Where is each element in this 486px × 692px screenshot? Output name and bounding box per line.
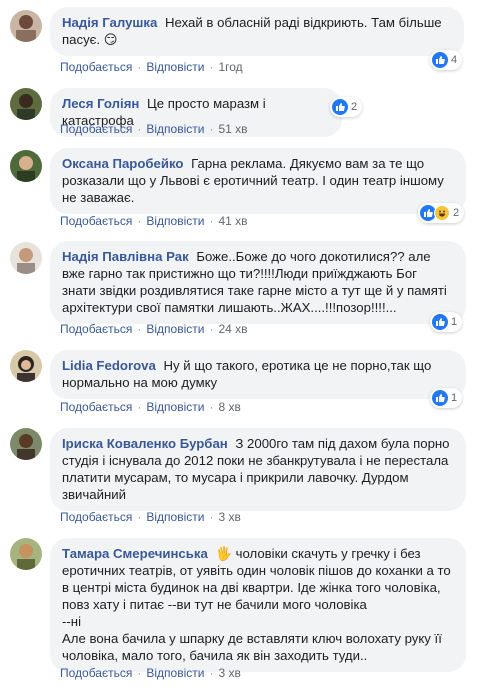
- separator: ·: [209, 322, 214, 336]
- reply-link[interactable]: Відповісти: [146, 122, 204, 136]
- comment-text: 🖐 чоловіки скачуть у гречку і без еротич…: [62, 546, 451, 663]
- separator: ·: [137, 60, 142, 74]
- avatar[interactable]: [10, 242, 42, 274]
- reply-link[interactable]: Відповісти: [146, 214, 204, 228]
- comment-actions: Подобається · Відповісти · 24 хв: [60, 322, 248, 336]
- comment-time[interactable]: 3 хв: [218, 510, 240, 524]
- like-icon: [432, 52, 448, 68]
- reaction-number: 2: [351, 101, 358, 113]
- reaction-number: 1: [451, 392, 458, 404]
- comment-author[interactable]: Надія Галушка: [62, 15, 157, 30]
- comment-actions: Подобається · Відповісти · 3 хв: [60, 666, 241, 680]
- like-link[interactable]: Подобається: [60, 122, 132, 136]
- comment-author[interactable]: Тамара Смеречинська: [62, 546, 208, 561]
- comment-actions: Подобається · Відповісти · 41 хв: [60, 214, 248, 228]
- comment-bubble: Тамара Смеречинська 🖐 чоловіки скачуть у…: [50, 538, 466, 672]
- reply-link[interactable]: Відповісти: [146, 510, 204, 524]
- reaction-number: 4: [451, 54, 458, 66]
- comment-author[interactable]: Lidia Fedorova: [62, 358, 156, 373]
- avatar[interactable]: [10, 150, 42, 182]
- reaction-count[interactable]: 2: [418, 203, 465, 223]
- like-link[interactable]: Подобається: [60, 510, 132, 524]
- reaction-number: 2: [453, 207, 460, 219]
- avatar[interactable]: [10, 538, 42, 570]
- reaction-count[interactable]: 2: [330, 97, 363, 117]
- like-link[interactable]: Подобається: [60, 322, 132, 336]
- comment-time[interactable]: 51 хв: [218, 122, 247, 136]
- like-icon: [432, 314, 448, 330]
- reply-link[interactable]: Відповісти: [146, 666, 204, 680]
- reply-link[interactable]: Відповісти: [146, 322, 204, 336]
- separator: ·: [209, 214, 214, 228]
- comment-bubble: Оксана Паробейко Гарна реклама. Дякуємо …: [50, 148, 466, 214]
- separator: ·: [209, 666, 214, 680]
- haha-icon: [434, 205, 450, 221]
- separator: ·: [209, 122, 214, 136]
- comment-time[interactable]: 41 хв: [218, 214, 247, 228]
- comment-bubble: Надія Павлівна Рак Боже..Боже до чого до…: [50, 241, 466, 324]
- comment-author[interactable]: Надія Павлівна Рак: [62, 249, 189, 264]
- separator: ·: [209, 400, 214, 414]
- like-icon: [332, 99, 348, 115]
- separator: ·: [137, 666, 142, 680]
- reaction-count[interactable]: 1: [430, 312, 463, 332]
- comment-actions: Подобається · Відповісти · 3 хв: [60, 510, 241, 524]
- separator: ·: [137, 510, 142, 524]
- like-link[interactable]: Подобається: [60, 400, 132, 414]
- separator: ·: [137, 214, 142, 228]
- comment-actions: Подобається · Відповісти · 51 хв: [60, 122, 248, 136]
- separator: ·: [137, 122, 142, 136]
- separator: ·: [137, 400, 142, 414]
- separator: ·: [209, 510, 214, 524]
- reply-link[interactable]: Відповісти: [146, 60, 204, 74]
- comment-author[interactable]: Оксана Паробейко: [62, 156, 183, 171]
- separator: ·: [209, 60, 214, 74]
- like-icon: [432, 390, 448, 406]
- comment-author[interactable]: Леся Голіян: [62, 96, 139, 111]
- comment-bubble: Lidia Fedorova Ну й що такого, еротика ц…: [50, 350, 466, 399]
- separator: ·: [137, 322, 142, 336]
- avatar[interactable]: [10, 10, 42, 42]
- comment-time[interactable]: 24 хв: [218, 322, 247, 336]
- reaction-count[interactable]: 1: [430, 388, 463, 408]
- comment-time[interactable]: 8 хв: [218, 400, 240, 414]
- reply-link[interactable]: Відповісти: [146, 400, 204, 414]
- like-link[interactable]: Подобається: [60, 60, 132, 74]
- reaction-count[interactable]: 4: [430, 50, 463, 70]
- like-link[interactable]: Подобається: [60, 666, 132, 680]
- comment-time[interactable]: 3 хв: [218, 666, 240, 680]
- comment-bubble: Іриска Коваленко Бурбан З 2000го там під…: [50, 428, 466, 511]
- comment-actions: Подобається · Відповісти · 8 хв: [60, 400, 241, 414]
- comment-time[interactable]: 1год: [218, 60, 242, 74]
- avatar[interactable]: [10, 88, 42, 120]
- comment-bubble: Надія Галушка Нехай в обласній раді відк…: [50, 7, 464, 56]
- reaction-number: 1: [451, 316, 458, 328]
- comment-author[interactable]: Іриска Коваленко Бурбан: [62, 436, 228, 451]
- comment-actions: Подобається · Відповісти · 1год: [60, 60, 243, 74]
- avatar[interactable]: [10, 428, 42, 460]
- avatar[interactable]: [10, 350, 42, 382]
- like-link[interactable]: Подобається: [60, 214, 132, 228]
